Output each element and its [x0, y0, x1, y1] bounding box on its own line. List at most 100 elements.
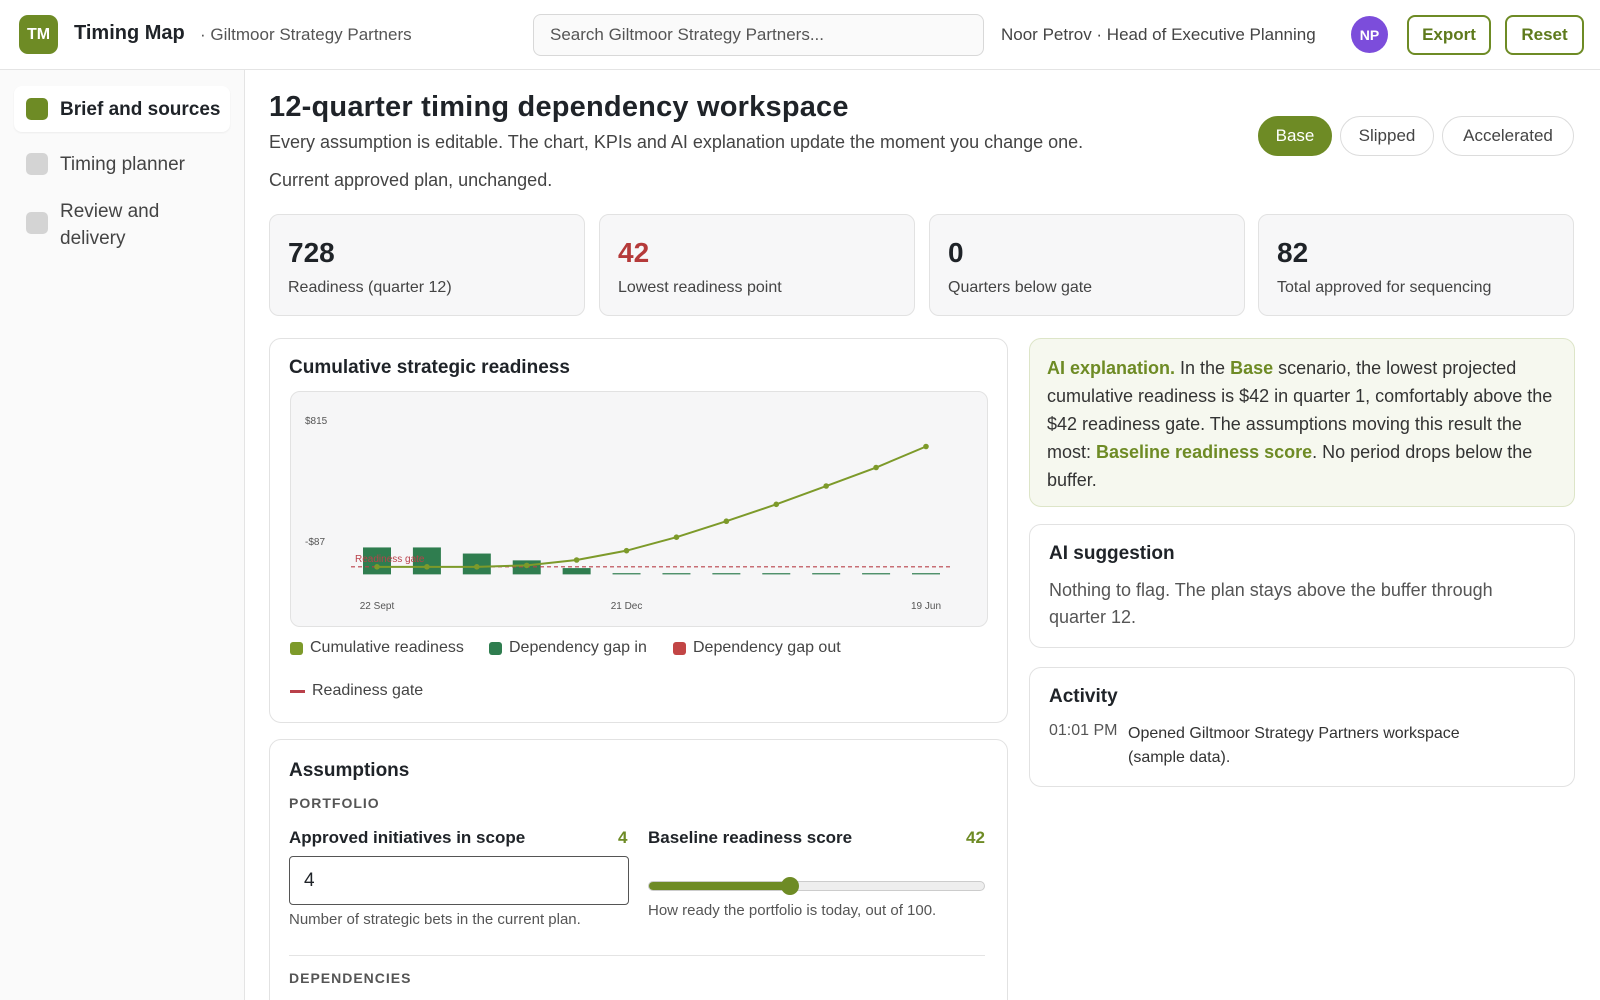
x-tick-label: 22 Sept [360, 601, 395, 612]
slider-fill [649, 882, 790, 890]
avatar[interactable]: NP [1351, 16, 1388, 53]
x-tick-label: 19 Jun [911, 601, 941, 612]
cumulative-readiness-line [377, 445, 927, 568]
bar-dependency-gap-in [562, 568, 591, 575]
app-logo: TM [19, 15, 58, 54]
chart-area: $815 -$87 Readiness gate 22 Sept 21 Dec 19 Ju… [290, 391, 988, 627]
step-marker-icon [26, 212, 48, 234]
reset-button[interactable]: Reset [1505, 15, 1584, 55]
legend-swatch [489, 641, 502, 655]
portfolio-section-label: PORTFOLIO [289, 795, 380, 811]
ai-explanation-lead: AI explanation. [1047, 358, 1176, 378]
app-title: Timing Map [74, 22, 185, 44]
sidebar-item-timing-planner[interactable]: Timing planner [14, 142, 230, 188]
sidebar-item-label: Brief and sources [60, 99, 221, 120]
cumulative-readiness-point [923, 443, 929, 450]
ai-explanation-scenario: Base [1230, 358, 1274, 378]
initiatives-help: Number of strategic bets in the current … [289, 911, 581, 928]
ai-suggestion-title: AI suggestion [1049, 543, 1175, 564]
kpi-value: 42 [618, 237, 650, 268]
sidebar-item-label: Timing planner [60, 154, 185, 175]
kpi-card-readiness-q12: 728 Readiness (quarter 12) [269, 214, 585, 316]
cumulative-readiness-point [873, 464, 879, 471]
cumulative-readiness-point [723, 518, 730, 525]
kpi-card-total-approved: 82 Total approved for sequencing [1258, 214, 1574, 316]
cumulative-readiness-point [424, 564, 430, 570]
scenario-slipped-button[interactable]: Slipped [1340, 116, 1434, 156]
cumulative-readiness-point [374, 564, 380, 570]
cumulative-readiness-point [623, 547, 630, 554]
initiatives-label: Approved initiatives in scope [289, 828, 526, 847]
baseline-slider[interactable] [648, 877, 985, 895]
bar-dependency-gap-in [862, 573, 891, 575]
activity-text: Opened Giltmoor Strategy Partners worksp… [1128, 725, 1460, 766]
bar-dependency-gap-in [712, 573, 741, 575]
initiatives-input[interactable] [289, 856, 629, 905]
cumulative-readiness-point [573, 557, 580, 563]
chart-title: Cumulative strategic readiness [289, 357, 570, 378]
ai-suggestion-text: Nothing to flag. The plan stays above th… [1049, 580, 1493, 627]
bar-dependency-gap-in [812, 573, 841, 575]
bar-dependency-gap-in [762, 573, 791, 575]
step-marker-icon [26, 98, 48, 120]
kpi-value: 0 [948, 237, 964, 268]
legend-label: Cumulative readiness [310, 639, 464, 656]
legend-label: Dependency gap out [693, 639, 841, 656]
baseline-value: 42 [966, 828, 985, 847]
legend-item-readiness-gate: Readiness gate [290, 682, 423, 700]
cumulative-readiness-point [523, 562, 530, 569]
cumulative-readiness-point [823, 483, 829, 489]
initiatives-value: 4 [618, 828, 628, 847]
sidebar: Brief and sources Timing planner Review … [0, 70, 245, 1000]
scenario-accelerated-button[interactable]: Accelerated [1442, 116, 1574, 156]
ai-explanation-part: In the [1175, 358, 1231, 378]
user-label: Noor Petrov · Head of Executive Planning [1001, 25, 1316, 44]
cumulative-readiness-point [673, 534, 680, 540]
scenario-base-button[interactable]: Base [1258, 116, 1332, 156]
activity-time: 01:01 PM [1049, 722, 1118, 739]
slider-thumb[interactable] [780, 877, 799, 895]
sidebar-item-review-and-delivery[interactable]: Review and delivery [14, 198, 230, 258]
x-tick-label: 21 Dec [611, 601, 643, 612]
dependencies-section-label: DEPENDENCIES [289, 970, 412, 986]
cumulative-readiness-point [773, 501, 780, 508]
legend-swatch [290, 641, 303, 655]
chart-card: Cumulative strategic readiness $815 -$87 R… [269, 338, 1008, 723]
activity-card: Activity 01:01 PM Opened Giltmoor Strate… [1029, 667, 1575, 787]
legend-line-swatch [290, 689, 305, 693]
kpi-label: Quarters below gate [948, 279, 1093, 296]
legend-item-dependency-gap-out: Dependency gap out [673, 639, 841, 657]
kpi-label: Total approved for sequencing [1277, 279, 1492, 296]
kpi-value: 82 [1277, 237, 1309, 268]
ai-explanation-card: AI explanation. In the Base scenario, th… [1029, 338, 1575, 507]
search-input[interactable] [533, 14, 984, 56]
readiness-chart: $815 -$87 Readiness gate 22 Sept 21 Dec 19 Ju… [305, 416, 951, 612]
legend-label: Dependency gap in [509, 639, 647, 656]
page-title: 12-quarter timing dependency workspace [269, 91, 849, 123]
legend-swatch [673, 641, 686, 655]
ai-suggestion-card: AI suggestion Nothing to flag. The plan … [1029, 524, 1575, 648]
legend-item-dependency-gap-in: Dependency gap in [489, 639, 647, 657]
y-tick-label: $815 [305, 416, 328, 427]
baseline-label: Baseline readiness score [648, 828, 853, 847]
sidebar-item-brief-and-sources[interactable]: Brief and sources [14, 86, 230, 132]
kpi-label: Lowest readiness point [618, 279, 782, 296]
sidebar-item-label: Review and delivery [60, 201, 160, 249]
assumptions-card: Assumptions PORTFOLIO Approved initiativ… [269, 739, 1008, 1000]
scenario-description: Current approved plan, unchanged. [269, 170, 553, 190]
kpi-card-lowest-readiness: 42 Lowest readiness point [599, 214, 915, 316]
bar-dependency-gap-in [662, 573, 691, 575]
kpi-label: Readiness (quarter 12) [288, 279, 452, 296]
bar-dependency-gap-in [612, 573, 641, 575]
org-name: · Giltmoor Strategy Partners [200, 25, 412, 44]
bar-dependency-gap-in [462, 553, 491, 575]
export-button[interactable]: Export [1407, 15, 1491, 55]
step-marker-icon [26, 153, 48, 175]
ai-explanation-text: AI explanation. In the Base scenario, th… [1047, 354, 1558, 494]
baseline-help: How ready the portfolio is today, out of… [648, 902, 937, 919]
page-subtitle: Every assumption is editable. The chart,… [269, 132, 1084, 152]
readiness-gate-label: Readiness gate [355, 554, 425, 565]
top-bar: TM Timing Map · Giltmoor Strategy Partne… [0, 0, 1600, 70]
divider [289, 955, 985, 956]
legend-item-cumulative-readiness: Cumulative readiness [290, 639, 464, 657]
